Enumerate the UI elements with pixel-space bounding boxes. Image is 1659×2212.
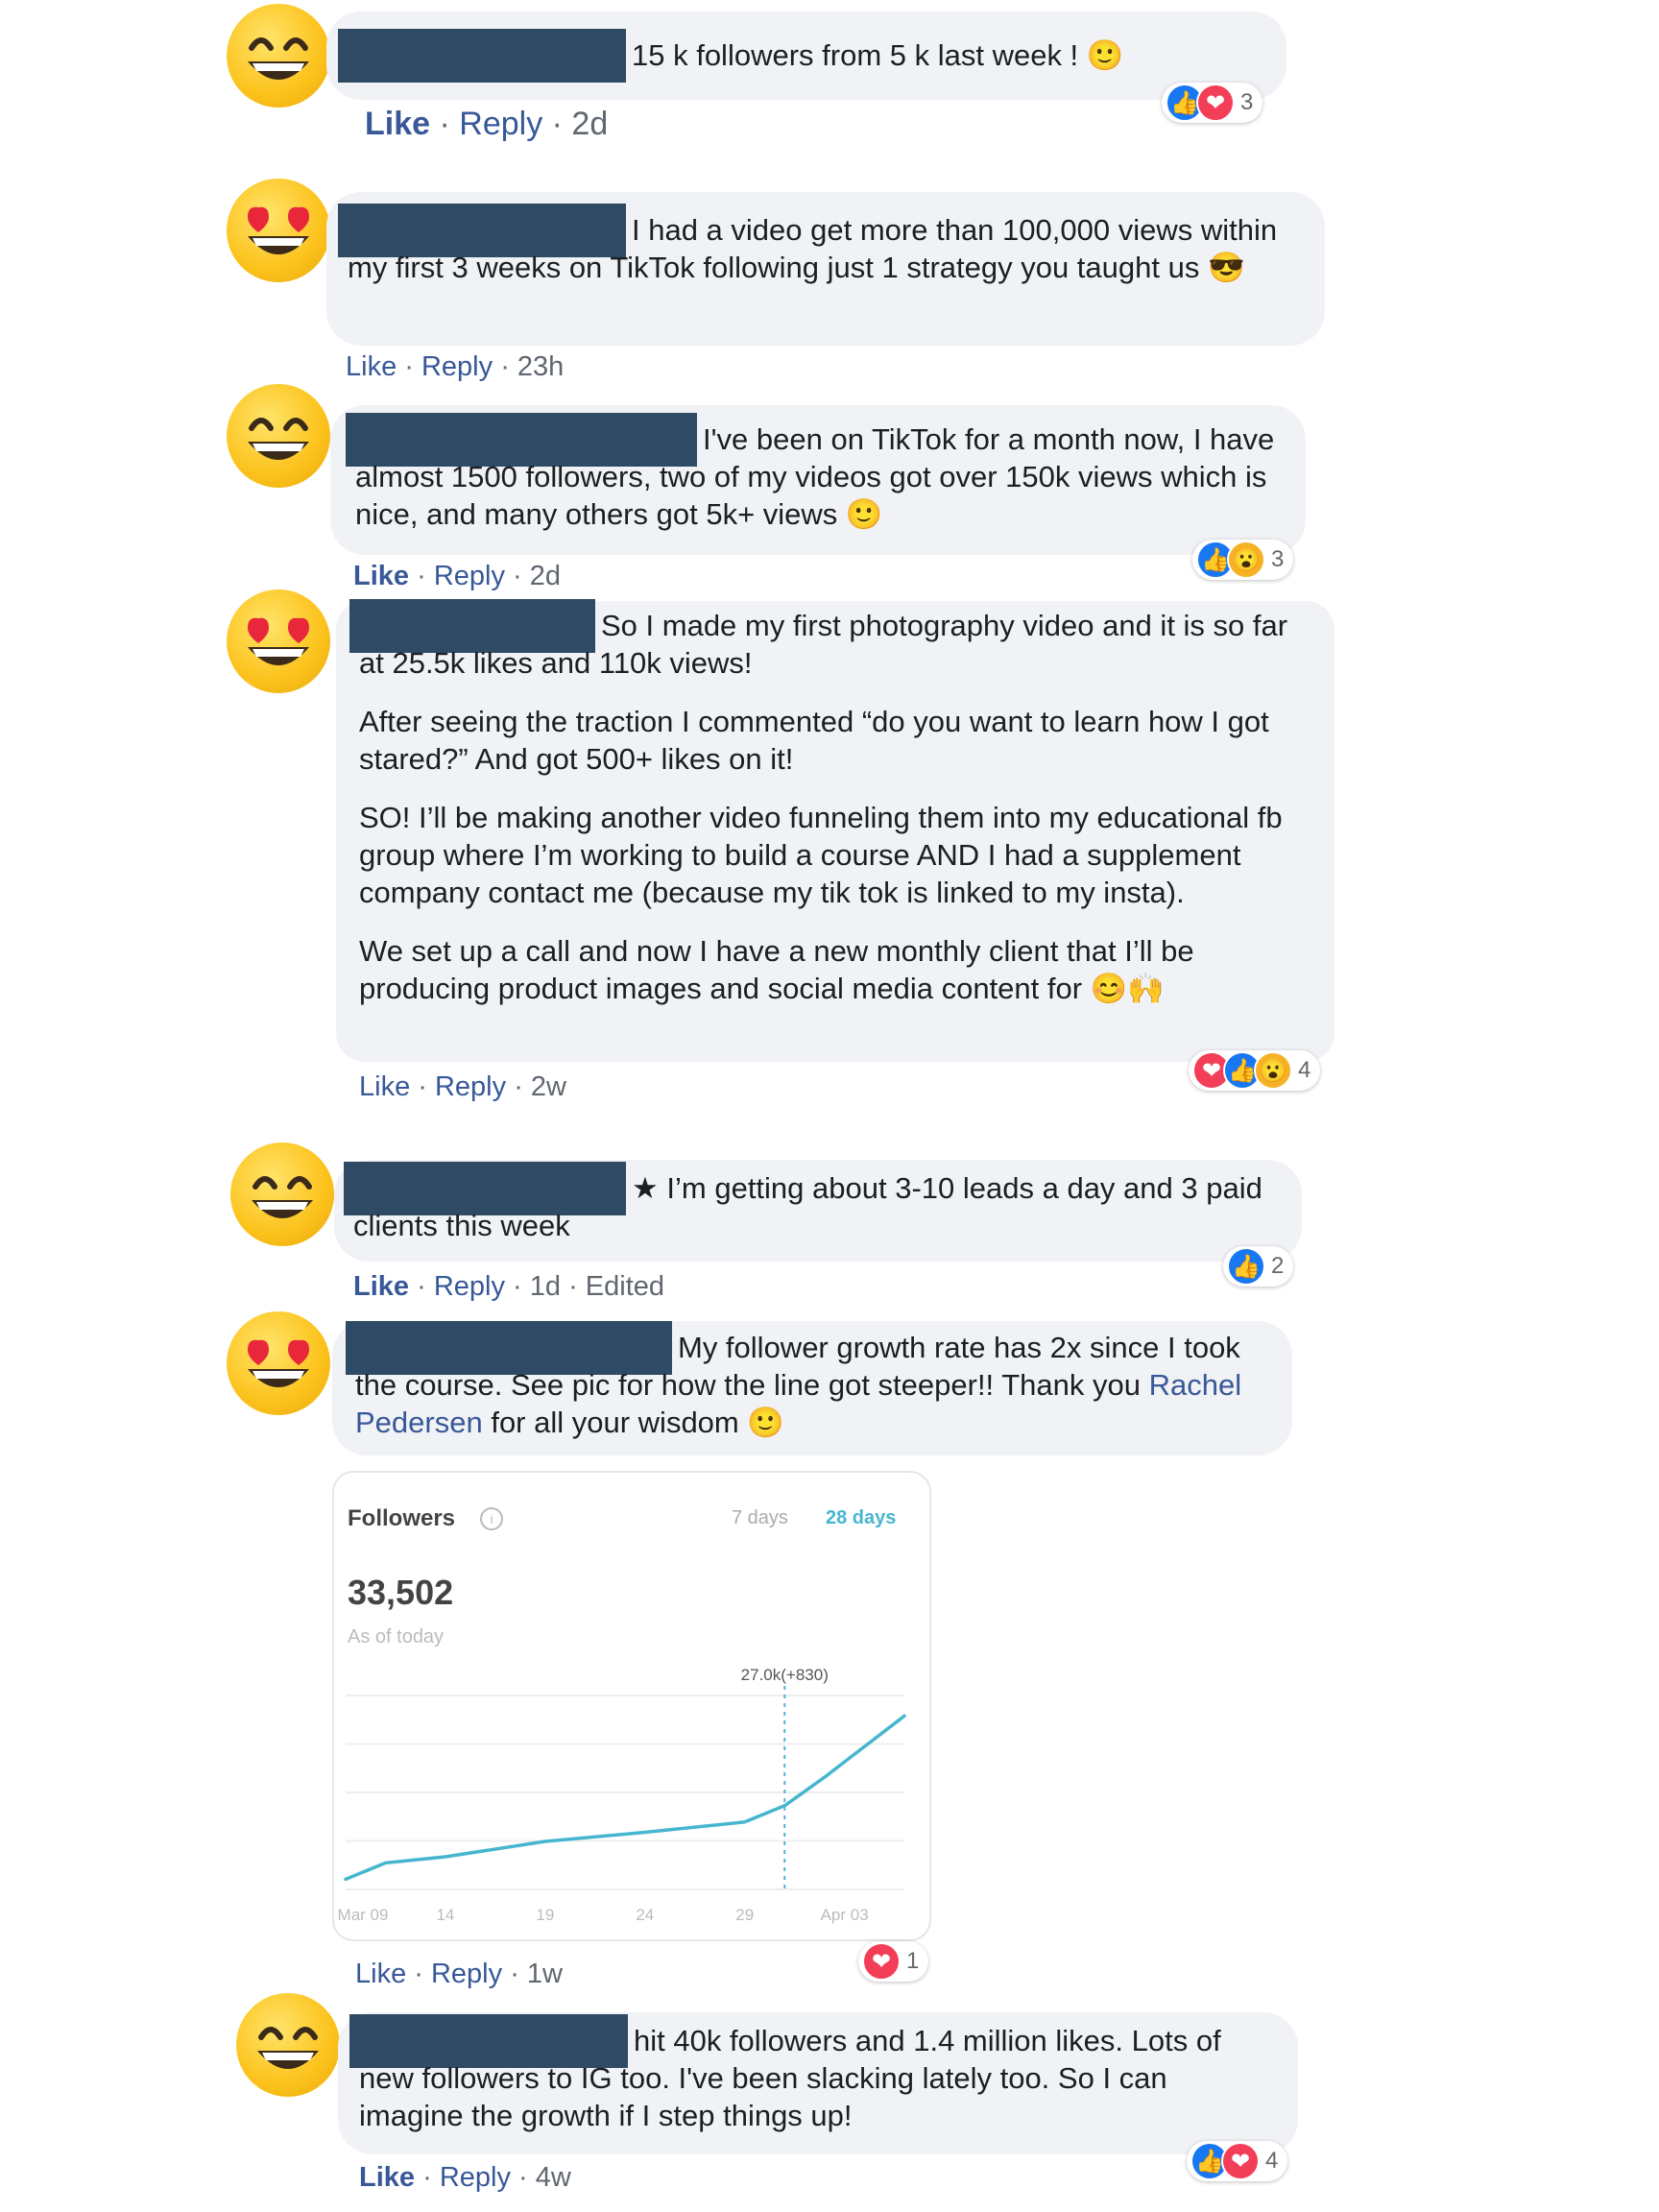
comment-bubble: 15 k followers from 5 k last week ! 🙂	[326, 12, 1286, 100]
like-icon: 👍	[1227, 1247, 1265, 1286]
comment-paragraph: SO! I’ll be making another video funneli…	[359, 801, 1283, 909]
reply-link[interactable]: Reply	[434, 1271, 505, 1302]
like-link[interactable]: Like	[365, 106, 430, 142]
redacted-name	[349, 598, 595, 653]
comment-actions: Like · Reply · 4w	[359, 2162, 571, 2193]
comment-paragraph: After seeing the traction I commented “d…	[359, 705, 1269, 776]
grinning-face-icon	[230, 1142, 334, 1246]
x-tick-label: Apr 03	[821, 1906, 869, 1924]
redacted-name	[338, 203, 626, 257]
comment-time: 2w	[530, 1071, 566, 1102]
comment-text: for all your wisdom 🙂	[482, 1406, 784, 1439]
comment-bubble: My follower growth rate has 2x since I t…	[332, 1320, 1292, 1455]
x-tick-label: 24	[636, 1906, 654, 1924]
like-link[interactable]: Like	[346, 351, 397, 382]
reply-link[interactable]: Reply	[434, 561, 505, 591]
comment-bubble: hit 40k followers and 1.4 million likes.…	[338, 2012, 1298, 2154]
reaction-count: 1	[906, 1948, 920, 1974]
reactions-summary[interactable]: 👍 ❤ 3	[1162, 83, 1263, 123]
redacted-name	[344, 1161, 626, 1215]
x-tick-label: Mar 09	[338, 1906, 389, 1924]
wow-icon: 😮	[1254, 1051, 1292, 1090]
comment-bubble: So I made my first photography video and…	[336, 598, 1334, 1062]
edited-label[interactable]: Edited	[586, 1271, 664, 1302]
love-icon: ❤	[862, 1942, 901, 1981]
like-link[interactable]: Like	[353, 561, 409, 591]
comment-bubble: ★ I’m getting about 3-10 leads a day and…	[334, 1160, 1302, 1262]
reactions-summary[interactable]: 👍 ❤ 4	[1187, 2141, 1288, 2181]
like-link[interactable]: Like	[359, 2162, 415, 2193]
reaction-count: 2	[1271, 1253, 1285, 1279]
followers-chart-image[interactable]: Followers i 7 days 28 days 33,502 As of …	[332, 1471, 931, 1941]
comment-time: 4w	[535, 2162, 571, 2193]
redacted-name	[349, 2013, 628, 2068]
love-icon: ❤	[1221, 2142, 1260, 2180]
comment-text: 15 k followers from 5 k last week ! 🙂	[632, 38, 1124, 72]
like-link[interactable]: Like	[353, 1271, 409, 1302]
annotation-label: 27.0k(+830)	[741, 1666, 829, 1684]
reaction-count: 3	[1240, 89, 1254, 115]
wow-icon: 😮	[1227, 541, 1265, 579]
like-link[interactable]: Like	[359, 1071, 410, 1102]
followers-series-line	[344, 1714, 906, 1882]
followers-line-chart: Mar 09 14 19 24 29 Apr 03 27.0k(+830)	[338, 1666, 906, 1924]
comment-time: 23h	[517, 351, 565, 382]
x-tick-label: 14	[436, 1906, 454, 1924]
redacted-name	[338, 28, 626, 83]
comment-bubble: I've been on TikTok for a month now, I h…	[330, 405, 1306, 555]
comment-time: 2d	[571, 106, 609, 142]
comment-actions: Like · Reply · 2d	[365, 106, 609, 142]
comment-paragraph: We set up a call and now I have a new mo…	[359, 934, 1194, 1005]
reaction-count: 3	[1271, 546, 1285, 572]
comment-time: 1d	[529, 1271, 562, 1302]
redacted-name	[346, 1320, 672, 1375]
heart-eyes-face-icon	[227, 589, 330, 693]
reactions-summary[interactable]: ❤ 👍 😮 4	[1189, 1050, 1321, 1091]
reply-link[interactable]: Reply	[440, 2162, 511, 2193]
comment-time: 2d	[529, 561, 562, 591]
grinning-face-icon	[227, 4, 330, 108]
love-icon: ❤	[1196, 84, 1235, 122]
grinning-face-icon	[227, 384, 330, 488]
heart-eyes-face-icon	[227, 179, 330, 282]
reply-link[interactable]: Reply	[435, 1071, 506, 1102]
reply-link[interactable]: Reply	[431, 1959, 502, 1989]
reactions-summary[interactable]: 👍 2	[1223, 1246, 1294, 1286]
comment-actions: Like · Reply · 2d	[353, 561, 562, 591]
x-tick-label: 29	[735, 1906, 754, 1924]
comment-actions: Like · Reply · 1w	[355, 1959, 563, 1989]
heart-eyes-face-icon	[227, 1311, 330, 1415]
comment-bubble: I had a video get more than 100,000 view…	[326, 192, 1325, 346]
reactions-summary[interactable]: 👍 😮 3	[1192, 540, 1294, 580]
reply-link[interactable]: Reply	[421, 351, 493, 382]
comment-actions: Like · Reply · 2w	[359, 1071, 566, 1102]
comment-actions: Like · Reply · 1d · Edited	[353, 1271, 665, 1302]
reactions-summary[interactable]: ❤ 1	[858, 1941, 929, 1982]
comment-time: 1w	[526, 1959, 563, 1989]
reply-link[interactable]: Reply	[459, 106, 542, 142]
x-tick-label: 19	[536, 1906, 554, 1924]
reaction-count: 4	[1298, 1057, 1311, 1083]
redacted-name	[346, 412, 697, 467]
comment-actions: Like · Reply · 23h	[346, 351, 565, 382]
grinning-face-icon	[236, 1993, 340, 2097]
reaction-count: 4	[1265, 2148, 1279, 2174]
like-link[interactable]: Like	[355, 1959, 406, 1989]
